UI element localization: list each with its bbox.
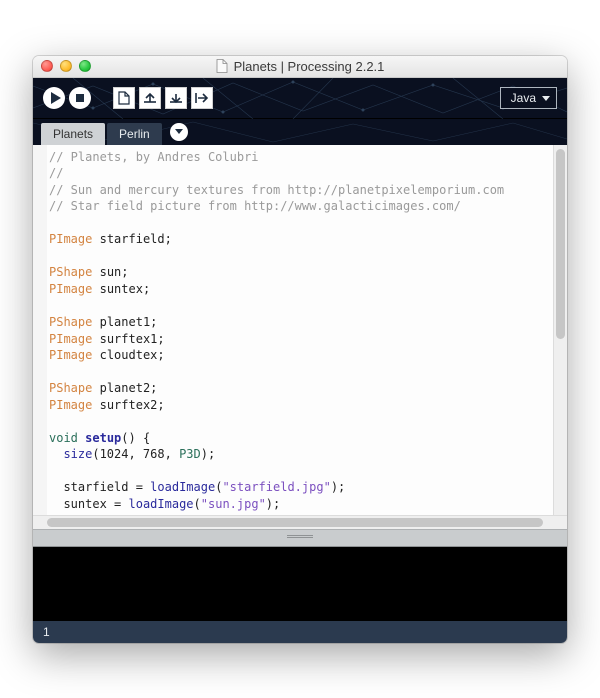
stop-button[interactable] — [69, 87, 91, 109]
tab-perlin[interactable]: Perlin — [107, 123, 162, 145]
mode-selector-label: Java — [511, 91, 536, 105]
run-button[interactable] — [43, 87, 65, 109]
editor-area: // Planets, by Andres Colubri // // Sun … — [33, 145, 567, 515]
close-window-button[interactable] — [41, 60, 53, 72]
tab-planets[interactable]: Planets — [41, 123, 105, 145]
tab-label: Perlin — [119, 127, 150, 141]
console-splitter[interactable] — [33, 529, 567, 547]
titlebar: Planets | Processing 2.2.1 — [33, 56, 567, 78]
window-title: Planets | Processing 2.2.1 — [33, 59, 567, 74]
tab-bar: Planets Perlin — [33, 119, 567, 145]
vertical-scrollbar[interactable] — [553, 145, 567, 515]
toolbar: Java — [33, 78, 567, 119]
tab-label: Planets — [53, 127, 93, 141]
gutter — [33, 145, 47, 515]
processing-ide-window: Planets | Processing 2.2.1 — [33, 56, 567, 643]
window-title-text: Planets | Processing 2.2.1 — [234, 59, 385, 74]
minimize-window-button[interactable] — [60, 60, 72, 72]
horizontal-scrollbar[interactable] — [33, 515, 567, 529]
vertical-scrollbar-thumb[interactable] — [556, 149, 565, 339]
horizontal-scrollbar-thumb[interactable] — [47, 518, 543, 527]
save-sketch-button[interactable] — [165, 87, 187, 109]
document-icon — [216, 59, 228, 73]
status-bar: 1 — [33, 621, 567, 643]
zoom-window-button[interactable] — [79, 60, 91, 72]
mode-selector[interactable]: Java — [500, 87, 557, 109]
export-button[interactable] — [191, 87, 213, 109]
open-sketch-button[interactable] — [139, 87, 161, 109]
new-sketch-button[interactable] — [113, 87, 135, 109]
window-controls — [33, 60, 91, 72]
code-editor[interactable]: // Planets, by Andres Colubri // // Sun … — [47, 145, 553, 515]
console-output[interactable] — [33, 547, 567, 621]
line-number-indicator: 1 — [43, 625, 50, 639]
tab-menu-button[interactable] — [170, 123, 188, 141]
